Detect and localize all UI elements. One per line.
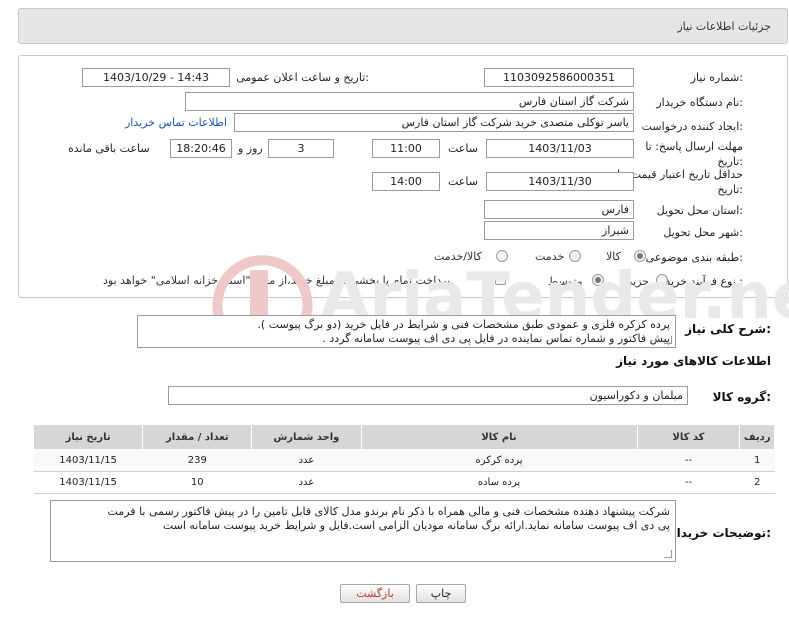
deadline-time-label: ساعت [448, 142, 478, 155]
category-option-both: کالا/خدمت [434, 250, 482, 263]
process-option-medium: متوسط [548, 275, 583, 288]
description-line-2: پیش فاکتور و شماره تماس نماینده در فایل … [322, 332, 670, 345]
buyer-notes-line-2: پی دی اف پیوست سامانه نماید.ارائه برگ سا… [162, 519, 670, 532]
category-radio-service[interactable] [569, 250, 581, 262]
goods-section-title: اطلاعات کالاهای مورد نیاز [616, 354, 771, 368]
announce-datetime-label: تاریخ و ساعت اعلان عمومی: [236, 71, 369, 84]
buyer-org-field[interactable]: شرکت گاز استان فارس [185, 92, 634, 111]
cell-date: 1403/11/15 [33, 449, 143, 472]
process-radio-medium[interactable] [592, 274, 604, 286]
category-option-service: خدمت [535, 250, 565, 263]
process-radio-minor[interactable] [656, 274, 668, 286]
items-table: ردیف کد کالا نام کالا واحد شمارش تعداد /… [32, 424, 775, 494]
validity-time-label: ساعت [448, 175, 478, 188]
category-label: طبقه بندی موضوعی: [645, 251, 743, 264]
col-header-row: ردیف [739, 424, 775, 450]
page-title: جزئیات اطلاعات نیاز [677, 20, 771, 33]
remaining-time-label: ساعت باقی مانده [68, 142, 150, 155]
deadline-date-field[interactable]: 1403/11/03 [486, 139, 634, 158]
category-radio-goods[interactable] [634, 250, 646, 262]
col-header-code: کد کالا [636, 424, 741, 450]
process-label: نوع فرآیند خرید : [665, 275, 743, 288]
treasury-payment-checkbox[interactable] [495, 274, 506, 285]
buyer-contact-link[interactable]: اطلاعات تماس خریدار [125, 116, 227, 129]
page-header: جزئیات اطلاعات نیاز [18, 8, 788, 44]
cell-qty: 10 [142, 471, 252, 494]
cell-unit: عدد [251, 471, 361, 494]
description-label: شرح کلی نیاز: [685, 322, 771, 336]
city-field[interactable]: شیراز [484, 221, 634, 240]
cell-code: -- [637, 471, 740, 494]
col-header-unit: واحد شمارش [251, 424, 362, 450]
category-option-goods: کالا [606, 250, 621, 263]
table-row[interactable]: 2 -- پرده ساده عدد 10 1403/11/15 [33, 471, 775, 494]
process-option-minor: جزیی [624, 275, 650, 288]
cell-name: پرده ساده [361, 471, 638, 494]
need-number-field[interactable]: 1103092586000351 [484, 68, 634, 87]
col-header-date: تاریخ نیاز [32, 424, 144, 450]
creator-label: ایجاد کننده درخواست: [641, 120, 743, 133]
cell-qty: 239 [142, 449, 252, 472]
deadline-days-label: روز و [238, 142, 263, 155]
deadline-days-field[interactable]: 3 [268, 139, 334, 158]
back-button[interactable]: بازگشت [340, 584, 410, 603]
buyer-notes-line-1: شرکت پیشنهاد دهنده مشخصات فنی و مالی همر… [107, 505, 670, 518]
need-number-label: شماره نیاز: [690, 71, 743, 84]
treasury-payment-note: پرداخت تمام یا بخشی از مبلغ خرید،از محل … [103, 274, 454, 287]
goods-group-field[interactable]: مبلمان و دکوراسیون [168, 386, 688, 405]
cell-row: 1 [739, 449, 775, 472]
resize-handle-icon[interactable] [664, 336, 672, 344]
cell-unit: عدد [251, 449, 361, 472]
remaining-time-field[interactable]: 18:20:46 [170, 139, 232, 158]
resize-handle-icon[interactable] [664, 550, 672, 558]
deadline-label: مهلت ارسال پاسخ: تا تاریخ: [645, 140, 743, 168]
buyer-org-label: نام دستگاه خریدار: [656, 96, 743, 109]
cell-name: پرده کرکره [361, 449, 638, 472]
buyer-notes-label: توضیحات خریدار: [669, 526, 771, 540]
buyer-notes-textarea[interactable]: شرکت پیشنهاد دهنده مشخصات فنی و مالی همر… [50, 500, 676, 562]
description-textarea[interactable]: پرده کرکره فلزی و عمودی طبق مشخصات فنی و… [137, 315, 676, 348]
cell-row: 2 [739, 471, 775, 494]
city-label: شهر محل تحویل: [663, 226, 743, 239]
cell-date: 1403/11/15 [33, 471, 143, 494]
print-button[interactable]: چاپ [416, 584, 466, 603]
deadline-time-field[interactable]: 11:00 [372, 139, 440, 158]
province-label: استان محل تحویل: [656, 204, 743, 217]
cell-code: -- [637, 449, 740, 472]
creator-field[interactable]: یاسر توکلی متصدی خرید شرکت گاز استان فار… [234, 113, 634, 132]
category-radio-both[interactable] [496, 250, 508, 262]
goods-group-label: گروه کالا: [712, 390, 771, 404]
validity-date-field[interactable]: 1403/11/30 [486, 172, 634, 191]
table-row[interactable]: 1 -- پرده کرکره عدد 239 1403/11/15 [33, 449, 775, 472]
province-field[interactable]: فارس [484, 200, 634, 219]
col-header-name: نام کالا [360, 424, 638, 450]
description-line-1: پرده کرکره فلزی و عمودی طبق مشخصات فنی و… [257, 318, 670, 331]
validity-time-field[interactable]: 14:00 [372, 172, 440, 191]
col-header-qty: تعداد / مقدار [142, 424, 253, 450]
announce-datetime-field[interactable]: 1403/10/29 - 14:43 [82, 68, 230, 87]
